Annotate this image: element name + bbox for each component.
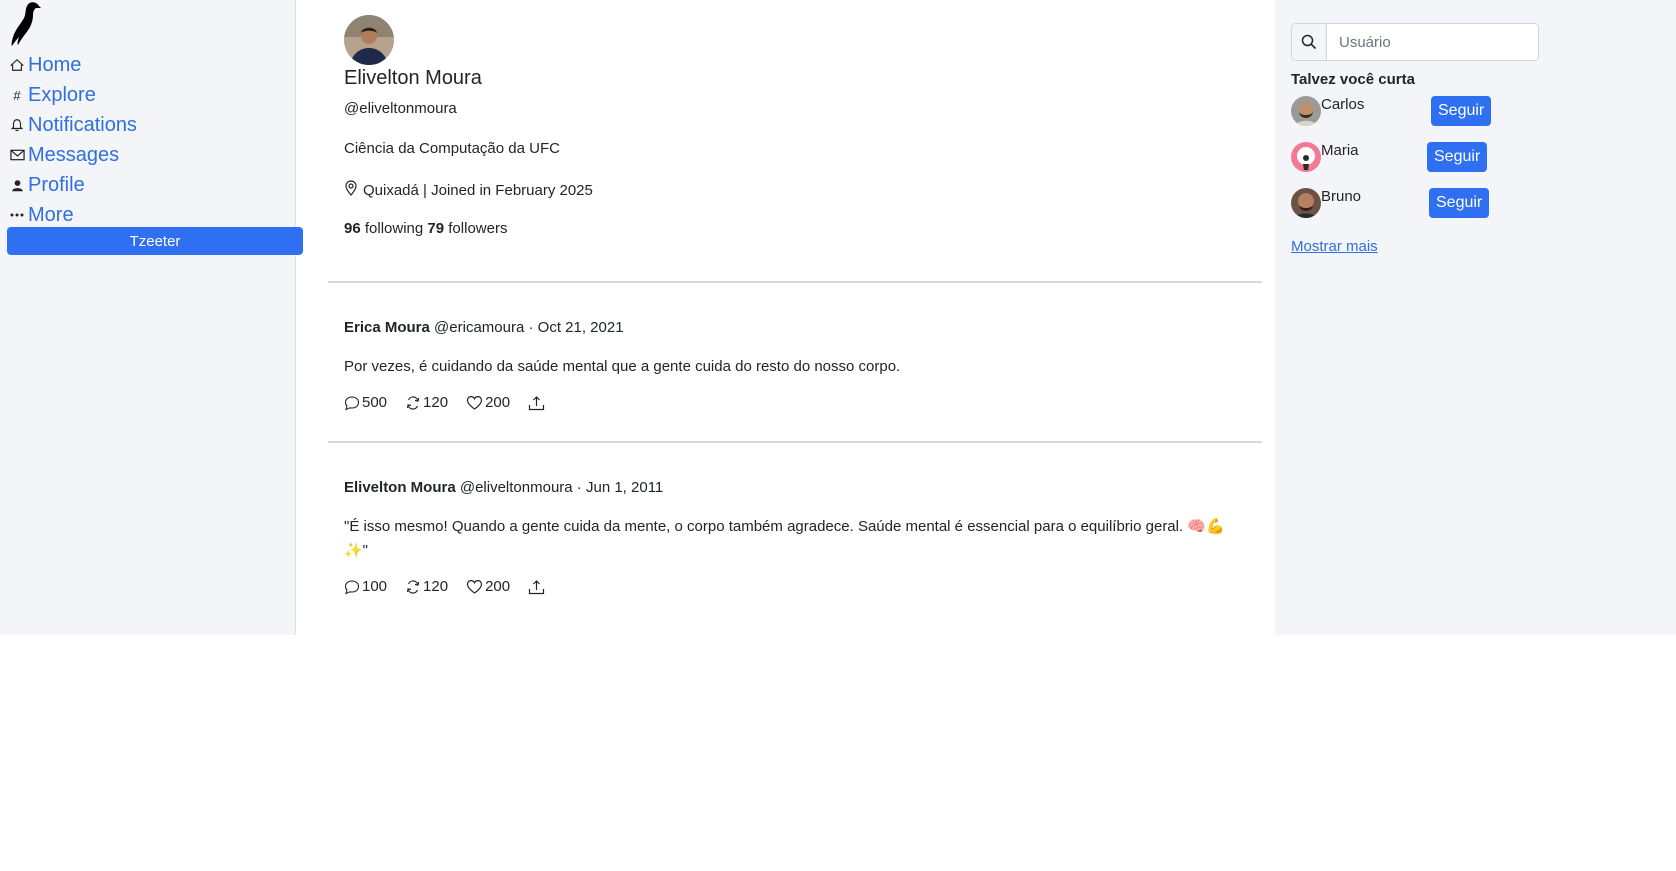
heart-icon <box>466 579 483 594</box>
retweet-count: 120 <box>423 578 449 595</box>
post-header: Elivelton Moura @eliveltonmoura · Jun 1,… <box>344 479 664 496</box>
comment-icon <box>344 395 360 410</box>
hash-icon: # <box>13 87 21 103</box>
avatar[interactable] <box>1291 142 1321 172</box>
retweet-button[interactable]: 120 <box>405 394 448 411</box>
map-pin-icon <box>344 180 358 200</box>
nav-item-messages[interactable]: Messages <box>7 140 137 170</box>
comment-icon <box>344 579 360 594</box>
post-handle[interactable]: @eliveltonmoura <box>460 479 573 496</box>
suggestion-name[interactable]: Maria <box>1321 142 1359 159</box>
post-actions: 500 120 200 <box>344 394 565 411</box>
retweet-icon <box>406 395 420 410</box>
user-search <box>1291 23 1539 61</box>
suggestion-item: Carlos Seguir <box>1291 96 1492 126</box>
nav-item-label: Home <box>28 53 82 76</box>
profile-handle: @eliveltonmoura <box>344 100 457 117</box>
suggestion-item: Maria Seguir <box>1291 142 1491 172</box>
followers-label[interactable]: followers <box>448 220 507 237</box>
suggestion-name[interactable]: Bruno <box>1321 188 1361 205</box>
nav-item-label: Notifications <box>28 113 137 136</box>
right-sidebar: Talvez você curta Carlos Seguir Maria Se… <box>1275 0 1676 635</box>
following-label[interactable]: following <box>365 220 423 237</box>
reply-count: 100 <box>362 578 388 595</box>
like-button[interactable]: 200 <box>466 394 510 411</box>
tzeeter-button[interactable]: Tzeeter <box>7 227 303 255</box>
retweet-icon <box>406 579 420 594</box>
avatar[interactable] <box>1291 188 1321 218</box>
suggestion-name[interactable]: Carlos <box>1321 96 1364 113</box>
bell-icon <box>7 118 27 132</box>
suggestion-item: Bruno Seguir <box>1291 188 1491 218</box>
post-actions: 100 120 200 <box>344 578 565 595</box>
profile-main: Elivelton Moura @eliveltonmoura Ciência … <box>297 0 1275 635</box>
reply-count: 500 <box>362 394 388 411</box>
post-header: Erica Moura @ericamoura · Oct 21, 2021 <box>344 319 624 336</box>
post-text: Por vezes, é cuidando da saúde mental qu… <box>344 358 901 375</box>
post-date: Oct 21, 2021 <box>537 319 624 336</box>
nav-item-label: Explore <box>28 83 96 106</box>
avatar[interactable] <box>1291 96 1321 126</box>
nav-item-label: Messages <box>28 143 120 166</box>
nav-item-explore[interactable]: # Explore <box>7 80 137 110</box>
following-count[interactable]: 96 <box>344 220 361 237</box>
search-input[interactable] <box>1327 24 1538 60</box>
share-button[interactable] <box>528 579 547 595</box>
reply-button[interactable]: 100 <box>344 578 387 595</box>
person-icon <box>7 179 27 192</box>
share-icon <box>528 395 545 410</box>
bird-logo-icon[interactable] <box>5 0 41 46</box>
share-button[interactable] <box>528 395 547 411</box>
profile-bio: Ciência da Computação da UFC <box>344 140 560 157</box>
nav-item-more[interactable]: More <box>7 200 137 230</box>
divider <box>328 441 1262 443</box>
follow-button[interactable]: Seguir <box>1427 142 1488 172</box>
follow-button[interactable]: Seguir <box>1431 96 1492 126</box>
profile-stats: 96 following 79 followers <box>344 220 507 237</box>
like-count: 200 <box>485 578 511 595</box>
nav-item-notifications[interactable]: Notifications <box>7 110 137 140</box>
heart-icon <box>466 395 483 410</box>
post-handle[interactable]: @ericamoura <box>434 319 524 336</box>
nav-item-profile[interactable]: Profile <box>7 170 137 200</box>
post-text: "É isso mesmo! Quando a gente cuida da m… <box>344 518 1225 559</box>
profile-location-text: Quixadá | Joined in February 2025 <box>363 181 593 199</box>
main-nav: Home # Explore Notifications Messages Pr… <box>7 50 137 230</box>
post-author[interactable]: Erica Moura <box>344 319 430 336</box>
profile-location: Quixadá | Joined in February 2025 <box>344 180 593 200</box>
followers-count[interactable]: 79 <box>427 220 444 237</box>
left-sidebar: Home # Explore Notifications Messages Pr… <box>0 0 303 635</box>
search-icon[interactable] <box>1292 24 1327 60</box>
profile-name: Elivelton Moura <box>344 67 482 89</box>
home-icon <box>7 58 27 72</box>
reply-button[interactable]: 500 <box>344 394 387 411</box>
like-count: 200 <box>485 394 511 411</box>
nav-item-label: More <box>28 203 74 226</box>
retweet-button[interactable]: 120 <box>405 578 448 595</box>
retweet-count: 120 <box>423 394 449 411</box>
divider <box>328 281 1262 283</box>
like-button[interactable]: 200 <box>466 578 510 595</box>
nav-item-label: Profile <box>28 173 85 196</box>
envelope-icon <box>7 149 27 161</box>
profile-avatar <box>344 15 394 65</box>
post-author[interactable]: Elivelton Moura <box>344 479 456 496</box>
nav-item-home[interactable]: Home <box>7 50 137 80</box>
post-date: Jun 1, 2011 <box>585 479 664 496</box>
share-icon <box>528 579 545 594</box>
suggestions-title: Talvez você curta <box>1291 71 1415 88</box>
follow-button[interactable]: Seguir <box>1429 188 1490 218</box>
show-more-link[interactable]: Mostrar mais <box>1291 238 1378 255</box>
more-icon <box>7 213 27 217</box>
